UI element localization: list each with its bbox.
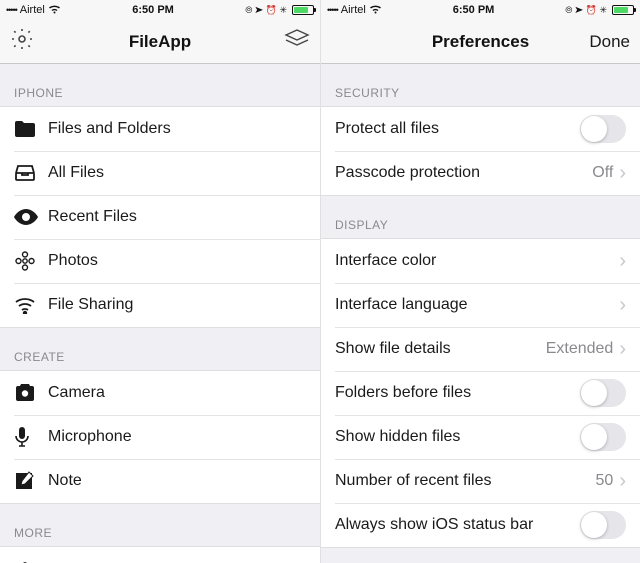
clock: 6:50 PM <box>382 4 565 16</box>
screen-main: ••••• Airtel 6:50 PM ⦾ ➤ ⏰ ✳︎ FileApp IP… <box>0 0 320 563</box>
section-header-security: SECURITY <box>321 64 640 106</box>
row-label: Interface language <box>335 296 619 314</box>
prefs-list[interactable]: SECURITY Protect all files Passcode prot… <box>321 64 640 563</box>
switch-statusbar[interactable] <box>580 511 626 539</box>
row-label: Folders before files <box>335 384 580 402</box>
row-file-sharing[interactable]: File Sharing <box>0 283 320 327</box>
row-label: All Files <box>48 164 306 182</box>
carrier-name: Airtel <box>341 4 366 16</box>
statusbar-icons: ⦾ ➤ ⏰ ✳︎ <box>245 5 287 16</box>
section-header-more: MORE <box>0 504 320 546</box>
gear-icon[interactable] <box>10 27 34 56</box>
note-icon <box>14 471 48 491</box>
signal-dots: ••••• <box>327 5 338 15</box>
row-recent-files[interactable]: Recent Files <box>0 195 320 239</box>
wifi-icon <box>48 4 61 17</box>
row-microphone[interactable]: Microphone <box>0 415 320 459</box>
statusbar: ••••• Airtel 6:50 PM ⦾ ➤ ⏰ ✳︎ <box>0 0 320 20</box>
row-label: Camera <box>48 384 306 402</box>
signal-dots: ••••• <box>6 5 17 15</box>
row-interface-language[interactable]: Interface language › <box>321 283 640 327</box>
screen-preferences: ••••• Airtel 6:50 PM ⦾ ➤ ⏰ ✳︎ Preference… <box>320 0 640 563</box>
battery-icon <box>612 5 634 15</box>
row-label: Microphone <box>48 428 306 446</box>
carrier-name: Airtel <box>20 4 45 16</box>
row-protect-all-files[interactable]: Protect all files <box>321 107 640 151</box>
switch-hidden-files[interactable] <box>580 423 626 451</box>
row-label: Photos <box>48 252 306 270</box>
row-label: Protect all files <box>335 120 580 138</box>
row-label: Always show iOS status bar <box>335 516 580 534</box>
mic-icon <box>14 426 48 448</box>
row-interface-color[interactable]: Interface color › <box>321 239 640 283</box>
switch-folders-first[interactable] <box>580 379 626 407</box>
section-header-display: DISPLAY <box>321 196 640 238</box>
switch-protect-all[interactable] <box>580 115 626 143</box>
row-photos[interactable]: Photos <box>0 239 320 283</box>
row-label: Number of recent files <box>335 472 596 490</box>
row-number-of-recent-files[interactable]: Number of recent files 50 › <box>321 459 640 503</box>
chevron-right-icon: › <box>619 251 626 271</box>
row-label: Show file details <box>335 340 546 358</box>
row-label: Interface color <box>335 252 619 270</box>
eye-icon <box>14 209 48 225</box>
row-label: File Sharing <box>48 296 306 314</box>
chevron-right-icon: › <box>619 163 626 183</box>
row-files-and-folders[interactable]: Files and Folders <box>0 107 320 151</box>
navbar-prefs: Preferences Done <box>321 20 640 64</box>
row-label: Passcode protection <box>335 164 592 182</box>
statusbar-icons: ⦾ ➤ ⏰ ✳︎ <box>565 5 607 16</box>
row-folders-before-files[interactable]: Folders before files <box>321 371 640 415</box>
clock: 6:50 PM <box>61 4 245 16</box>
row-show-hidden-files[interactable]: Show hidden files <box>321 415 640 459</box>
row-value: Off <box>592 164 613 182</box>
wifi-icon <box>369 4 382 17</box>
navbar-main: FileApp <box>0 20 320 64</box>
camera-icon <box>14 384 48 402</box>
row-label: Files and Folders <box>48 120 306 138</box>
statusbar: ••••• Airtel 6:50 PM ⦾ ➤ ⏰ ✳︎ <box>321 0 640 20</box>
row-note[interactable]: Note <box>0 459 320 503</box>
main-list[interactable]: IPHONE Files and Folders All Files Recen… <box>0 64 320 563</box>
wifi-icon <box>14 296 48 314</box>
battery-icon <box>292 5 314 15</box>
section-header-create: CREATE <box>0 328 320 370</box>
chevron-right-icon: › <box>619 295 626 315</box>
row-value: Extended <box>546 340 614 358</box>
row-camera[interactable]: Camera <box>0 371 320 415</box>
done-button[interactable]: Done <box>589 32 630 52</box>
tray-icon <box>14 164 48 182</box>
section-header-iphone: IPHONE <box>0 64 320 106</box>
row-label: Show hidden files <box>335 428 580 446</box>
row-label: Recent Files <box>48 208 306 226</box>
row-show-file-details[interactable]: Show file details Extended › <box>321 327 640 371</box>
row-passcode-protection[interactable]: Passcode protection Off › <box>321 151 640 195</box>
stack-icon[interactable] <box>284 27 310 56</box>
row-value: 50 <box>596 472 614 490</box>
row-more-hidden[interactable] <box>0 547 320 563</box>
row-label: Note <box>48 472 306 490</box>
folder-icon <box>14 120 48 138</box>
row-always-show-statusbar[interactable]: Always show iOS status bar <box>321 503 640 547</box>
row-all-files[interactable]: All Files <box>0 151 320 195</box>
chevron-right-icon: › <box>619 339 626 359</box>
flower-icon <box>14 250 48 272</box>
chevron-right-icon: › <box>619 471 626 491</box>
